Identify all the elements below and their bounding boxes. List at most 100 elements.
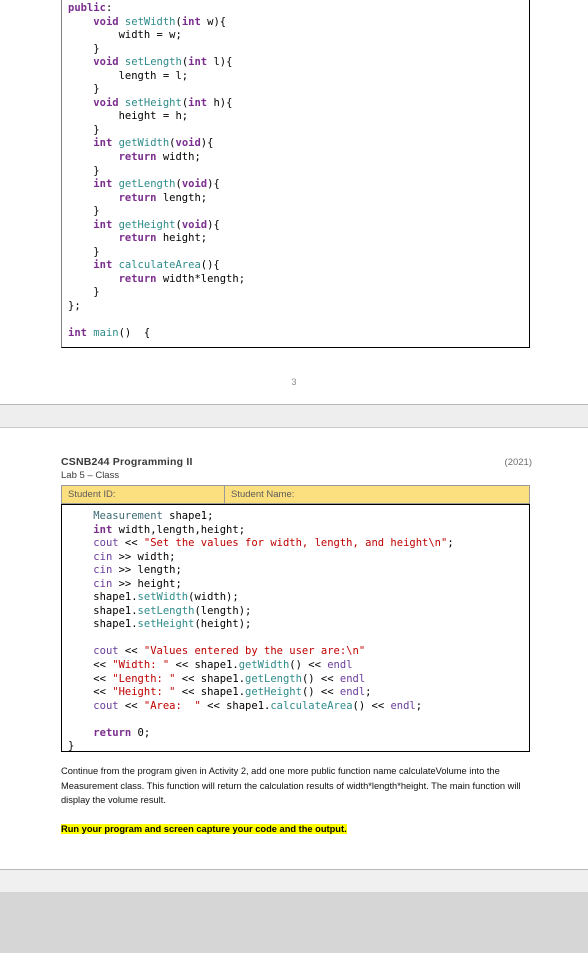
- code-token: shape1.: [68, 591, 138, 604]
- code-token: }: [68, 42, 100, 55]
- code-token: <<: [118, 699, 144, 712]
- code-token: () {: [118, 327, 151, 340]
- code-token: void: [181, 178, 208, 191]
- code-token: "Width: ": [112, 659, 170, 672]
- code-token: width;: [156, 151, 201, 164]
- instruction-paragraph: Continue from the program given in Activ…: [61, 766, 521, 806]
- code-token: };: [68, 300, 81, 313]
- viewer-backdrop: [0, 892, 588, 953]
- code-token: int: [93, 218, 113, 231]
- document-page-one: public: void setWidth(int w){ width = w;…: [0, 0, 588, 404]
- code-line: }: [68, 246, 529, 260]
- code-line: void setLength(int l){: [68, 56, 529, 70]
- measurement-class-code-block: public: void setWidth(int w){ width = w;…: [61, 0, 530, 348]
- year-label: (2021): [504, 457, 532, 468]
- code-line: }: [68, 43, 529, 57]
- student-id-cell[interactable]: Student ID:: [61, 485, 225, 504]
- code-token: ){: [207, 218, 220, 231]
- code-line: length = l;: [68, 70, 529, 84]
- code-token: ;: [415, 699, 423, 712]
- code-token: <<: [68, 672, 113, 685]
- code-token: (width);: [188, 591, 239, 604]
- code-line: shape1.setWidth(width);: [68, 591, 529, 605]
- code-token: endl: [339, 686, 366, 699]
- code-line: shape1.setHeight(height);: [68, 618, 529, 632]
- code-token: (length);: [194, 604, 252, 617]
- code-token: "Values entered by the user are:\n": [143, 645, 366, 658]
- code-line: }: [68, 124, 529, 138]
- lab-title: Lab 5 – Class: [61, 470, 120, 481]
- code-line: cin >> width;: [68, 551, 529, 565]
- page-separator-band: [0, 404, 588, 428]
- student-name-cell[interactable]: Student Name:: [224, 485, 530, 504]
- main-function-code-block: Measurement shape1; int width,length,hei…: [61, 504, 530, 752]
- page-number: 3: [291, 377, 297, 387]
- code-line: int calculateArea(){: [68, 259, 529, 273]
- code-token: "Height: ": [112, 686, 176, 699]
- code-line: }: [68, 165, 529, 179]
- code-token: <<: [68, 659, 113, 672]
- code-token: "Length: ": [112, 672, 176, 685]
- code-token: () <<: [301, 686, 340, 699]
- code-token: shape1.: [68, 618, 138, 631]
- code-token: void: [93, 96, 119, 109]
- code-token: 0;: [131, 726, 151, 739]
- code-token: ){: [207, 178, 220, 191]
- code-token: getWidth: [238, 659, 290, 672]
- code-token: void: [93, 15, 119, 28]
- code-token: ;: [365, 686, 372, 699]
- course-title: CSNB244 Programming II: [61, 456, 193, 468]
- code-token: getHeight: [245, 686, 302, 699]
- code-line: << "Width: " << shape1.getWidth() << end…: [68, 659, 529, 673]
- code-token: "Area: ": [143, 699, 201, 712]
- code-token: shape1;: [162, 510, 214, 522]
- code-token: }: [68, 83, 100, 96]
- code-line: << "Length: " << shape1.getLength() << e…: [68, 673, 529, 687]
- code-token: <<: [118, 537, 144, 550]
- code-token: int: [93, 178, 113, 191]
- code-line: height = h;: [68, 110, 529, 124]
- code-line: return height;: [68, 232, 529, 246]
- header-title-row: CSNB244 Programming II (2021): [61, 456, 532, 468]
- code-token: void: [93, 56, 119, 69]
- code-token: << shape1.: [175, 672, 246, 685]
- code-token: getHeight: [118, 218, 176, 231]
- document-page-two: CSNB244 Programming II (2021) Lab 5 – Cl…: [0, 428, 588, 869]
- code-line: cout << "Area: " << shape1.calculateArea…: [68, 700, 529, 714]
- code-token: }: [68, 740, 75, 753]
- code-token: cin: [93, 577, 113, 590]
- table-row: Student ID: Student Name:: [61, 485, 530, 504]
- code-token: setHeight: [137, 618, 195, 631]
- code-token: int: [181, 15, 201, 28]
- code-token: setHeight: [124, 96, 182, 109]
- code-token: main: [93, 327, 119, 340]
- code-token: height = h;: [68, 110, 189, 123]
- code-token: ;: [447, 537, 454, 550]
- code-line: void setHeight(int h){: [68, 97, 529, 111]
- code-token: int: [188, 56, 208, 69]
- code-token: endl: [390, 699, 416, 712]
- code-token: width,length,height;: [112, 523, 246, 536]
- code-line: }: [68, 286, 529, 300]
- code-token: }: [68, 164, 100, 177]
- code-token: setLength: [137, 604, 195, 617]
- code-token: int: [93, 523, 113, 536]
- code-line: cout << "Values entered by the user are:…: [68, 645, 529, 659]
- code-token: }: [68, 123, 100, 136]
- code-token: cin: [93, 550, 113, 563]
- code-token: >> height;: [112, 577, 182, 590]
- page-bottom-band: [0, 869, 588, 892]
- code-token: return: [118, 191, 157, 204]
- code-token: << shape1.: [175, 686, 246, 699]
- code-line: return length;: [68, 192, 529, 206]
- code-token: Measurement: [93, 510, 163, 522]
